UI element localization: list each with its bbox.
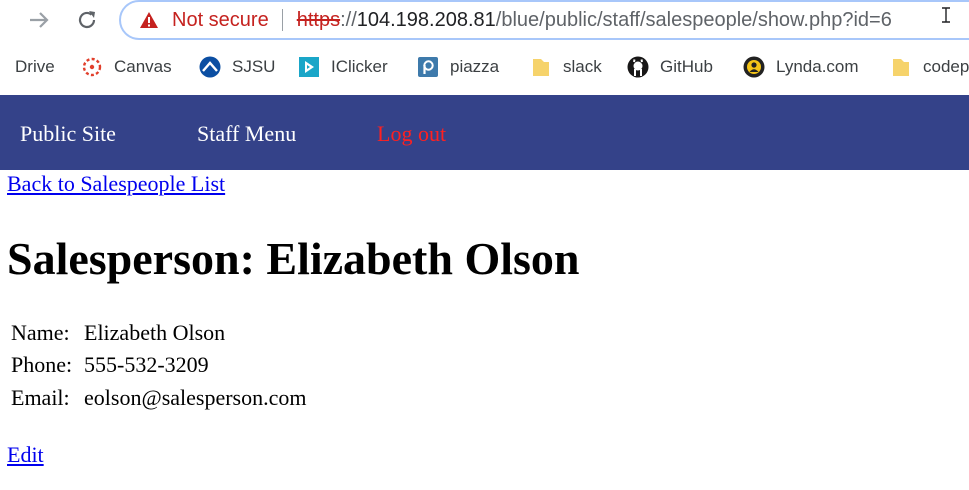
detail-row-name: Name: Elizabeth Olson	[11, 320, 225, 346]
browser-toolbar: Not secure https://104.198.208.81/blue/p…	[0, 0, 969, 40]
url-scheme: https	[296, 8, 341, 31]
url-host: 104.198.208.81	[356, 8, 496, 31]
bookmark-codep[interactable]: codep	[890, 48, 969, 86]
nav-log-out-link[interactable]: Log out	[377, 121, 446, 147]
bookmark-piazza[interactable]: piazza	[417, 48, 499, 86]
email-value: eolson@salesperson.com	[84, 385, 307, 410]
bookmarks-bar: Drive Canvas SJSU IClicker piazza slack …	[0, 48, 969, 86]
bookmark-label: SJSU	[232, 57, 276, 76]
security-status[interactable]: Not secure	[172, 9, 269, 32]
arrow-right-icon	[30, 12, 49, 28]
url-path: /blue/public/staff/salespeople/show.php?…	[495, 8, 892, 31]
back-to-list-link[interactable]: Back to Salespeople List	[7, 171, 225, 197]
text-cursor-icon	[942, 7, 950, 23]
bookmark-label: Canvas	[114, 57, 172, 76]
email-label: Email:	[11, 385, 70, 410]
forward-button[interactable]	[23, 4, 55, 36]
detail-row-email: Email: eolson@salesperson.com	[11, 385, 307, 411]
bookmark-label: IClicker	[331, 57, 388, 76]
bookmark-github[interactable]: GitHub	[627, 48, 713, 86]
warning-icon	[140, 12, 158, 28]
name-value: Elizabeth Olson	[84, 320, 226, 345]
bookmark-label: Lynda.com	[776, 57, 859, 76]
nav-public-site-link[interactable]: Public Site	[20, 121, 116, 147]
reload-button[interactable]	[71, 4, 103, 36]
bookmark-slack[interactable]: slack	[530, 48, 602, 86]
bookmark-sjsu[interactable]: SJSU	[199, 48, 275, 86]
bookmark-label: GitHub	[660, 57, 713, 76]
iclicker-icon	[298, 56, 320, 78]
github-icon	[627, 56, 649, 78]
bookmark-label: slack	[563, 57, 602, 76]
bookmark-label: piazza	[450, 57, 500, 76]
piazza-icon	[417, 56, 439, 78]
phone-label: Phone:	[11, 352, 73, 377]
reload-icon	[78, 11, 96, 29]
bookmark-lynda[interactable]: Lynda.com	[743, 48, 859, 86]
bookmark-label: codep	[923, 57, 969, 76]
bookmark-label: Drive	[15, 57, 55, 76]
folder-icon	[890, 56, 912, 78]
name-label: Name:	[11, 320, 70, 345]
canvas-icon	[81, 56, 103, 78]
edit-link[interactable]: Edit	[7, 442, 44, 468]
bookmark-drive[interactable]: Drive	[15, 48, 55, 86]
omnibox-divider	[281, 9, 283, 31]
lynda-icon	[743, 56, 765, 78]
bookmark-canvas[interactable]: Canvas	[81, 48, 172, 86]
folder-icon	[530, 56, 552, 78]
detail-row-phone: Phone: 555-532-3209	[11, 352, 209, 378]
address-bar[interactable]: Not secure https://104.198.208.81/blue/p…	[119, 0, 969, 40]
site-nav-bar: Public Site Staff Menu Log out	[0, 95, 969, 170]
sjsu-icon	[199, 56, 221, 78]
url-scheme-separator: ://	[340, 8, 357, 31]
page-title: Salesperson: Elizabeth Olson	[7, 233, 580, 284]
phone-value: 555-532-3209	[84, 352, 209, 377]
nav-staff-menu-link[interactable]: Staff Menu	[197, 121, 296, 147]
bookmark-iclicker[interactable]: IClicker	[298, 48, 388, 86]
